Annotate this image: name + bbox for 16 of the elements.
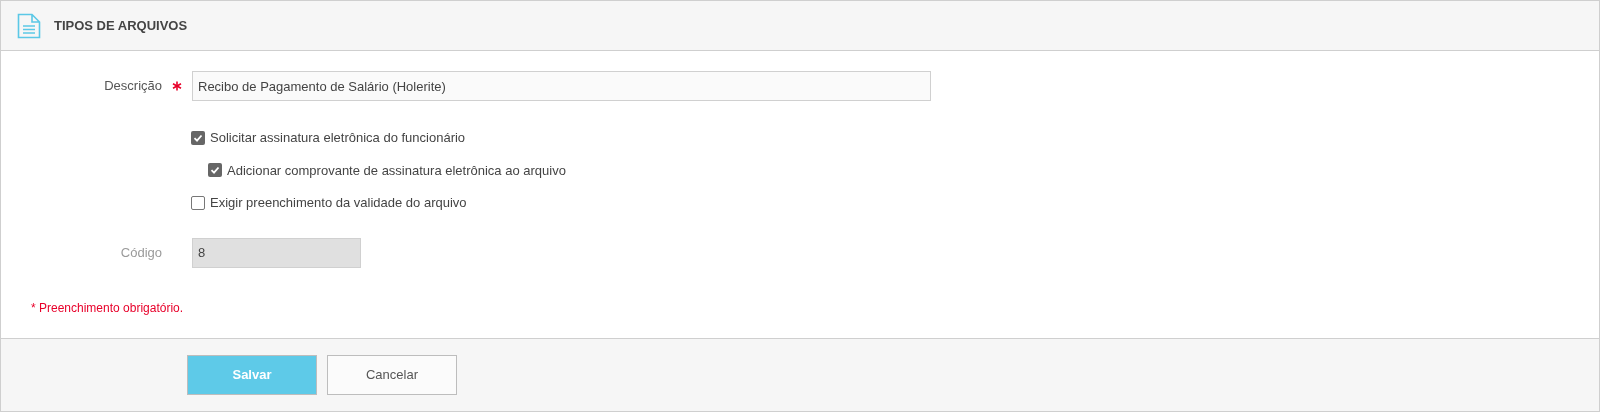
required-note: * Preenchimento obrigatório. [31,299,185,317]
text-field[interactable]: Recibo de Pagamento de Salário (Holerite) [192,71,931,101]
field-label: Descrição [103,77,162,96]
checkbox[interactable] [191,195,205,210]
document-icon [17,12,41,39]
checkbox[interactable] [208,163,222,178]
checkbox[interactable] [191,130,205,145]
checkmark-icon [210,165,220,176]
checkbox-label: Adicionar comprovante de assinatura eletrônica ao arquivo [227,161,566,180]
checkmark-icon [193,132,203,143]
field-label: Código [119,243,162,262]
checkbox-label: Solicitar assinatura eletrônica do funcionário [210,129,466,147]
page-title: TIPOS DE ARQUIVOS [54,16,188,35]
cancel-button[interactable]: Cancelar [327,355,457,395]
required-asterisk-icon [172,81,182,91]
checkbox-label: Exigir preenchimento da validade do arquivo [210,194,467,212]
